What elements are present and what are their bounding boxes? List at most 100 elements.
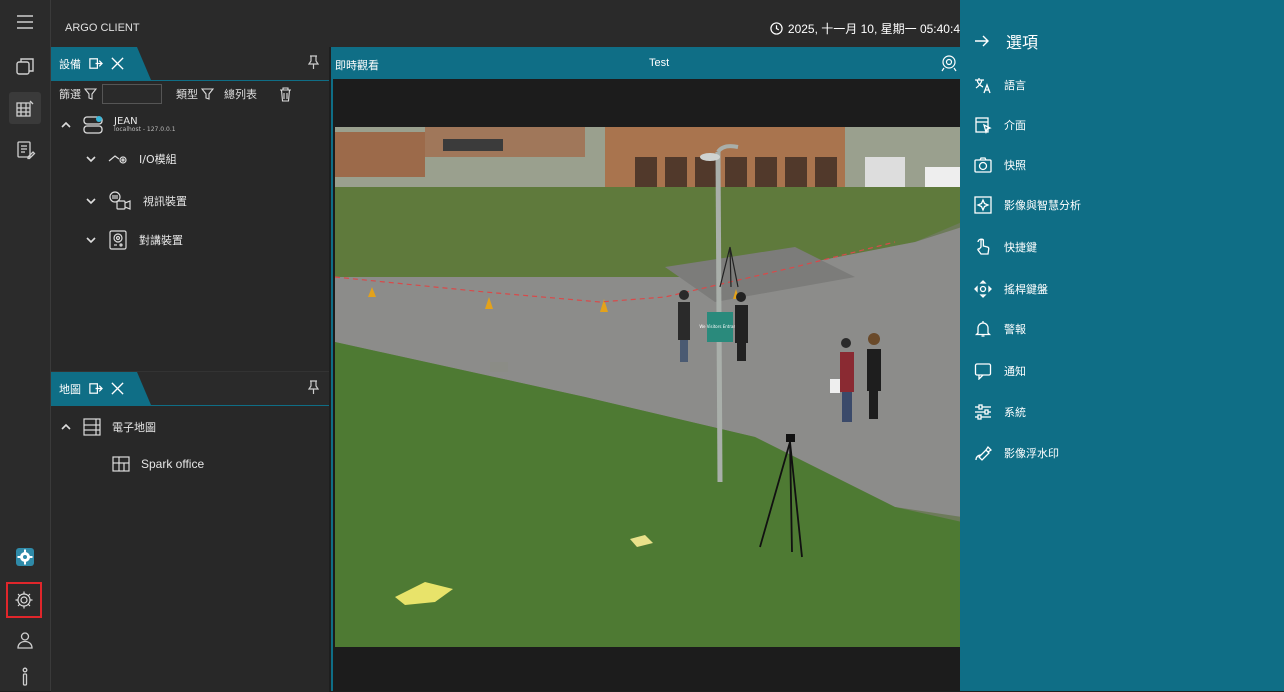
tree-item-video-devices[interactable]: 視訊裝置 [85,190,187,212]
live-view-header: 即時觀看 Test [333,47,962,79]
server-address: localhost - 127.0.0.1 [114,126,176,134]
layout-editor-icon[interactable] [9,92,41,124]
visitor-sign-text: We Visitors Entrance [699,324,741,329]
image-analytics-icon [974,196,992,214]
option-shortcuts[interactable]: 快捷鍵 [974,238,1037,256]
chevron-down-icon[interactable] [85,235,97,245]
tree-item-io-modules[interactable]: I/O模組 [85,151,177,167]
watermark-icon [975,445,992,461]
option-notification[interactable]: 通知 [974,362,1026,380]
options-gear-icon[interactable] [6,582,42,618]
live-view-area: 即時觀看 Test We Visitors Entrance [331,47,962,691]
user-icon[interactable] [9,624,41,656]
tree-item-label: 對講裝置 [139,234,183,247]
filter-label: 篩選 [59,88,81,101]
tree-item-spark-office[interactable]: Spark office [111,455,204,473]
option-label: 影像與智慧分析 [1004,199,1081,212]
intercom-icon [109,230,127,250]
tree-item-label: I/O模組 [139,153,177,166]
filter-icon[interactable] [84,88,97,100]
tab-devices-label: 設備 [59,57,81,71]
io-module-icon [108,155,127,164]
type-filter-label[interactable]: 類型 [176,86,198,102]
clock-text: 2025, 十一月 10, 星期一 05:40:4 [787,22,960,36]
option-alarm[interactable]: 警報 [974,320,1026,338]
bell-icon [974,321,992,337]
server-row[interactable]: JEAN localhost - 127.0.0.1 [60,115,176,135]
top-bar: ARGO CLIENT 2025, 十一月 10, 星期一 05:40:4 [51,0,960,47]
option-label: 搖桿鍵盤 [1004,283,1048,296]
server-info: JEAN localhost - 127.0.0.1 [114,116,176,134]
tree-item-intercom-devices[interactable]: 對講裝置 [85,229,183,251]
tree-item-label: 電子地圖 [112,421,156,434]
tab-devices[interactable]: 設備 [51,47,151,80]
tree-item-emap[interactable]: 電子地圖 [60,417,156,437]
sliders-icon [975,404,991,420]
info-icon[interactable] [9,660,41,692]
filter-bar: 篩選 類型 總列表 [51,81,329,107]
hand-pointer-icon [977,238,990,255]
devices-panel: 設備 篩選 類型 總列表 JEAN localhost - 127.0.0.1 … [51,47,329,371]
camera-icon [974,157,992,173]
option-watermark[interactable]: 影像浮水印 [974,444,1059,462]
ptz-icon[interactable] [940,54,958,72]
floor-map-icon [112,456,130,472]
clock-icon [770,22,783,35]
chevron-up-icon[interactable] [60,422,72,432]
option-label: 警報 [1004,323,1026,336]
devices-tabstrip: 設備 [51,47,329,81]
settings-active-icon[interactable] [9,541,41,573]
camera-video-feed[interactable]: We Visitors Entrance [335,127,962,647]
pin-icon[interactable] [307,380,320,399]
options-header: 選項 [974,29,1038,53]
list-label[interactable]: 總列表 [224,86,257,102]
option-interface[interactable]: 介面 [974,116,1026,134]
hamburger-menu-icon[interactable] [9,6,41,38]
clock: 2025, 十一月 10, 星期一 05:40:4 [770,20,960,37]
camera-name: Test [649,57,670,69]
camera-device-icon [109,191,131,210]
option-image-analytics[interactable]: 影像與智慧分析 [974,196,1081,214]
arrow-right-icon[interactable] [974,34,990,48]
chat-icon [974,363,992,380]
options-title: 選項 [1006,33,1039,52]
option-system[interactable]: 系統 [974,403,1026,421]
tab-map[interactable]: 地圖 [51,372,151,405]
option-label: 語言 [1004,79,1026,92]
detach-icon[interactable] [88,56,103,71]
option-language[interactable]: 語言 [974,76,1026,94]
chevron-down-icon[interactable] [85,154,97,164]
chevron-up-icon[interactable] [60,120,72,130]
translate-icon [975,78,991,94]
detach-icon[interactable] [88,381,103,396]
emap-icon [83,418,101,436]
chevron-down-icon[interactable] [85,196,97,206]
tree-item-label: 視訊裝置 [143,195,187,208]
map-panel: 地圖 電子地圖 Spark office [51,371,329,692]
option-label: 影像浮水印 [1004,447,1059,460]
close-icon[interactable] [110,56,125,71]
interface-icon [975,117,992,134]
option-label: 介面 [1004,119,1026,132]
app-title: ARGO CLIENT [65,22,140,34]
option-label: 通知 [1004,365,1026,378]
report-edit-icon[interactable] [9,134,41,166]
option-snapshot[interactable]: 快照 [974,156,1026,174]
server-icon [83,116,103,134]
tab-map-label: 地圖 [59,382,81,396]
close-icon[interactable] [110,381,125,396]
option-joystick[interactable]: 搖桿鍵盤 [974,280,1048,298]
type-filter-icon[interactable] [201,88,214,100]
pin-icon[interactable] [307,55,320,74]
filter-input[interactable] [102,84,162,104]
option-label: 快捷鍵 [1004,241,1037,254]
options-panel: 選項 語言 介面 快照 影像與智慧分析 快捷鍵 搖桿鍵盤 警報 通知 系統 影像… [960,0,1284,691]
option-label: 快照 [1004,159,1026,172]
joystick-icon [974,280,992,298]
live-view-label: 即時觀看 [335,59,379,72]
windows-icon[interactable] [9,50,41,82]
camera-scene: We Visitors Entrance [335,127,962,647]
tree-item-label: Spark office [141,457,205,471]
trash-icon[interactable] [279,86,292,102]
left-rail [0,0,51,691]
